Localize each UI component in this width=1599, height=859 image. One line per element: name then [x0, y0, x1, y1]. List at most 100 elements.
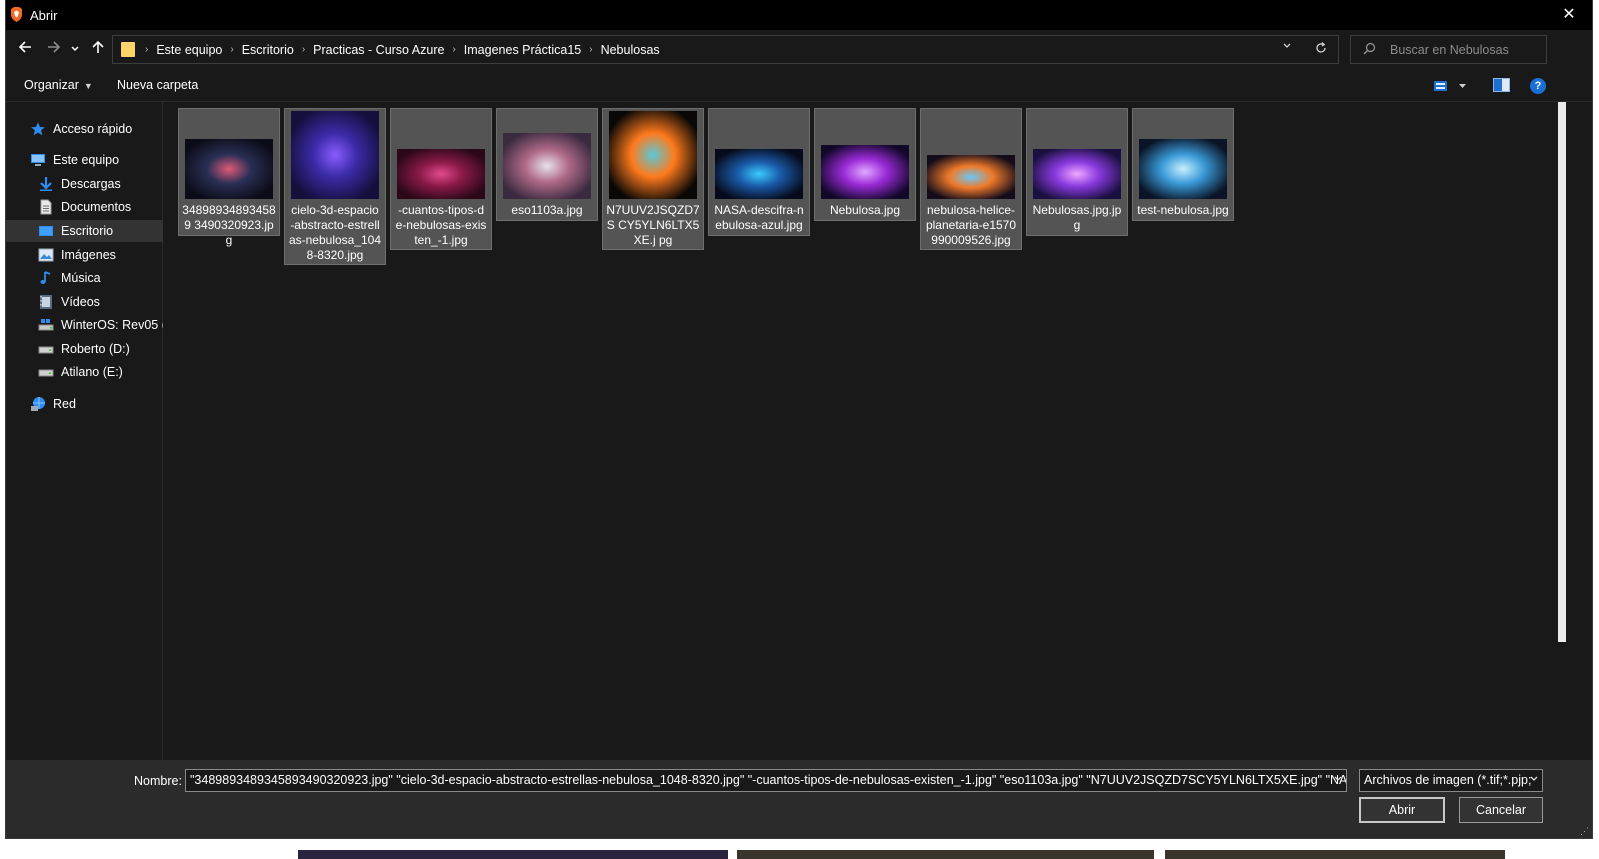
network-icon [30, 396, 46, 412]
chevron-right-icon[interactable]: › [230, 44, 233, 55]
address-bar[interactable]: › Este equipo › Escritorio › Practicas -… [112, 35, 1339, 64]
command-toolbar: Organizar ▼ Nueva carpeta ? [6, 70, 1592, 102]
breadcrumb-item[interactable]: Practicas - Curso Azure [313, 43, 444, 57]
image-thumbnail [291, 111, 379, 199]
search-icon [1363, 42, 1376, 58]
file-tile[interactable]: eso1103a.jpg [496, 108, 598, 221]
brave-icon [11, 7, 22, 22]
file-name-input[interactable]: "348989348934589349032​0923.jpg" "cielo-… [185, 769, 1347, 792]
close-button[interactable]: ✕ [1546, 0, 1592, 30]
drive-os-icon [38, 317, 54, 333]
file-tile[interactable]: -cuantos-tipos-d e-nebulosas-exis ten_-1… [390, 108, 492, 250]
chevron-down-icon[interactable] [1529, 774, 1539, 786]
title-bar: Abrir ✕ [6, 0, 1592, 30]
sidebar-item-this-pc[interactable]: Este equipo [6, 149, 183, 171]
file-type-select[interactable]: Archivos de imagen (*.tif;*.pjp; [1359, 769, 1543, 792]
file-tile[interactable]: cielo-3d-espacio -abstracto-estrell as-n… [284, 108, 386, 265]
download-icon [38, 176, 54, 192]
drive-icon [38, 364, 54, 380]
sidebar-item-label: Atilano (E:) [61, 365, 123, 379]
image-thumbnail [821, 145, 909, 199]
file-name-value: "348989348934589349032​0923.jpg" "cielo-… [190, 773, 1347, 787]
chevron-right-icon[interactable]: › [589, 44, 592, 55]
breadcrumb-item[interactable]: Nebulosas [601, 43, 660, 57]
sidebar-item-label: Música [61, 271, 101, 285]
sidebar-item-label: Documentos [61, 200, 132, 214]
search-input[interactable]: Buscar en Nebulosas [1350, 35, 1547, 64]
navigation-bar: › Este equipo › Escritorio › Practicas -… [6, 30, 1592, 70]
arrow-left-icon[interactable] [15, 40, 35, 60]
sidebar-item-label: Roberto (D:) [61, 342, 130, 356]
videos-icon [38, 294, 54, 310]
chevron-down-icon[interactable] [1333, 774, 1343, 786]
background-photo [1165, 850, 1505, 859]
file-name: N7UUV2JSQZD7S CY5YLN6LTX5XE.j pg [606, 203, 700, 247]
window-title: Abrir [30, 8, 58, 23]
pictures-icon [38, 247, 54, 263]
organize-menu[interactable]: Organizar ▼ [24, 78, 93, 92]
file-tile[interactable]: Nebulosas.jpg.jp g [1026, 108, 1128, 236]
image-thumbnail [1033, 149, 1121, 199]
breadcrumb-item[interactable]: Escritorio [242, 43, 294, 57]
document-icon [38, 199, 54, 215]
cancel-button[interactable]: Cancelar [1459, 797, 1543, 823]
file-tile[interactable]: Nebulosa.jpg [814, 108, 916, 221]
image-thumbnail [1139, 139, 1227, 199]
chevron-down-icon[interactable] [68, 40, 82, 60]
open-file-dialog: Abrir ✕ › Este equipo › Escritorio › Pra… [6, 0, 1592, 838]
chevron-right-icon[interactable]: › [302, 44, 305, 55]
sidebar-item-label: Escritorio [61, 224, 114, 238]
breadcrumb-item[interactable]: Este equipo [156, 43, 222, 57]
file-tile[interactable]: test-nebulosa.jpg [1132, 108, 1234, 221]
file-name: NASA-descifra-n ebulosa-azul.jpg [714, 203, 804, 232]
breadcrumb-item[interactable]: Imagenes Práctica15 [464, 43, 581, 57]
chevron-right-icon[interactable]: › [452, 44, 455, 55]
file-name: cielo-3d-espacio -abstracto-estrell as-n… [288, 203, 382, 262]
image-thumbnail [397, 149, 485, 199]
arrow-right-icon[interactable] [44, 40, 64, 60]
file-tile[interactable]: 348989348934589 3490320923.jpg [178, 108, 280, 247]
new-folder-button[interactable]: Nueva carpeta [117, 78, 198, 92]
file-tile[interactable]: nebulosa-helice- planetaria-e1570 990009… [920, 108, 1022, 250]
sidebar-item-network[interactable]: Red [6, 393, 183, 415]
star-icon [30, 121, 46, 137]
resize-grip-icon[interactable]: ⋰ [1580, 826, 1590, 836]
folder-icon [121, 42, 135, 57]
file-name: test-nebulosa.jpg [1137, 203, 1229, 217]
sidebar-item-label: Acceso rápido [53, 122, 133, 136]
sidebar-item-label: Este equipo [53, 153, 120, 167]
file-name: Nebulosas.jpg.jp g [1032, 203, 1122, 232]
file-list: 348989348934589 3490320923.jpg cielo-3d-e… [163, 102, 1563, 760]
image-thumbnail [609, 111, 697, 199]
image-thumbnail [185, 139, 273, 199]
file-tile[interactable]: NASA-descifra-n ebulosa-azul.jpg [708, 108, 810, 236]
arrow-up-icon[interactable] [88, 40, 108, 60]
dialog-footer: Nombre: "348989348934589349032​0923.jpg"… [6, 760, 1592, 838]
computer-icon [30, 152, 46, 168]
drive-icon [38, 341, 54, 357]
file-name: nebulosa-helice- planetaria-e1570 990009… [925, 203, 1017, 247]
view-options-icon[interactable] [1433, 78, 1467, 94]
file-name: eso1103a.jpg [511, 203, 583, 217]
open-button[interactable]: Abrir [1359, 797, 1445, 823]
image-thumbnail [715, 149, 803, 199]
navigation-pane: Acceso rápido Este equipo Descargas Docu… [6, 102, 191, 760]
background-photo [298, 850, 728, 859]
file-name: Nebulosa.jpg [829, 203, 901, 217]
help-icon[interactable]: ? [1530, 78, 1546, 94]
search-placeholder: Buscar en Nebulosas [1390, 43, 1509, 57]
file-name-label: Nombre: [134, 774, 182, 788]
music-icon [38, 270, 54, 286]
chevron-right-icon: › [145, 44, 149, 55]
preview-pane-icon[interactable] [1493, 78, 1510, 92]
scrollbar[interactable] [1558, 102, 1566, 642]
organize-label: Organizar [24, 78, 79, 92]
sidebar-item-label: Descargas [61, 177, 121, 191]
refresh-icon[interactable] [1310, 40, 1332, 58]
file-tile[interactable]: N7UUV2JSQZD7S CY5YLN6LTX5XE.j pg [602, 108, 704, 250]
address-dropdown-icon[interactable] [1278, 40, 1296, 58]
sidebar-item-quick-access[interactable]: Acceso rápido [6, 118, 183, 140]
image-thumbnail [503, 133, 591, 199]
caret-down-icon: ▼ [83, 81, 93, 91]
image-thumbnail [927, 155, 1015, 199]
